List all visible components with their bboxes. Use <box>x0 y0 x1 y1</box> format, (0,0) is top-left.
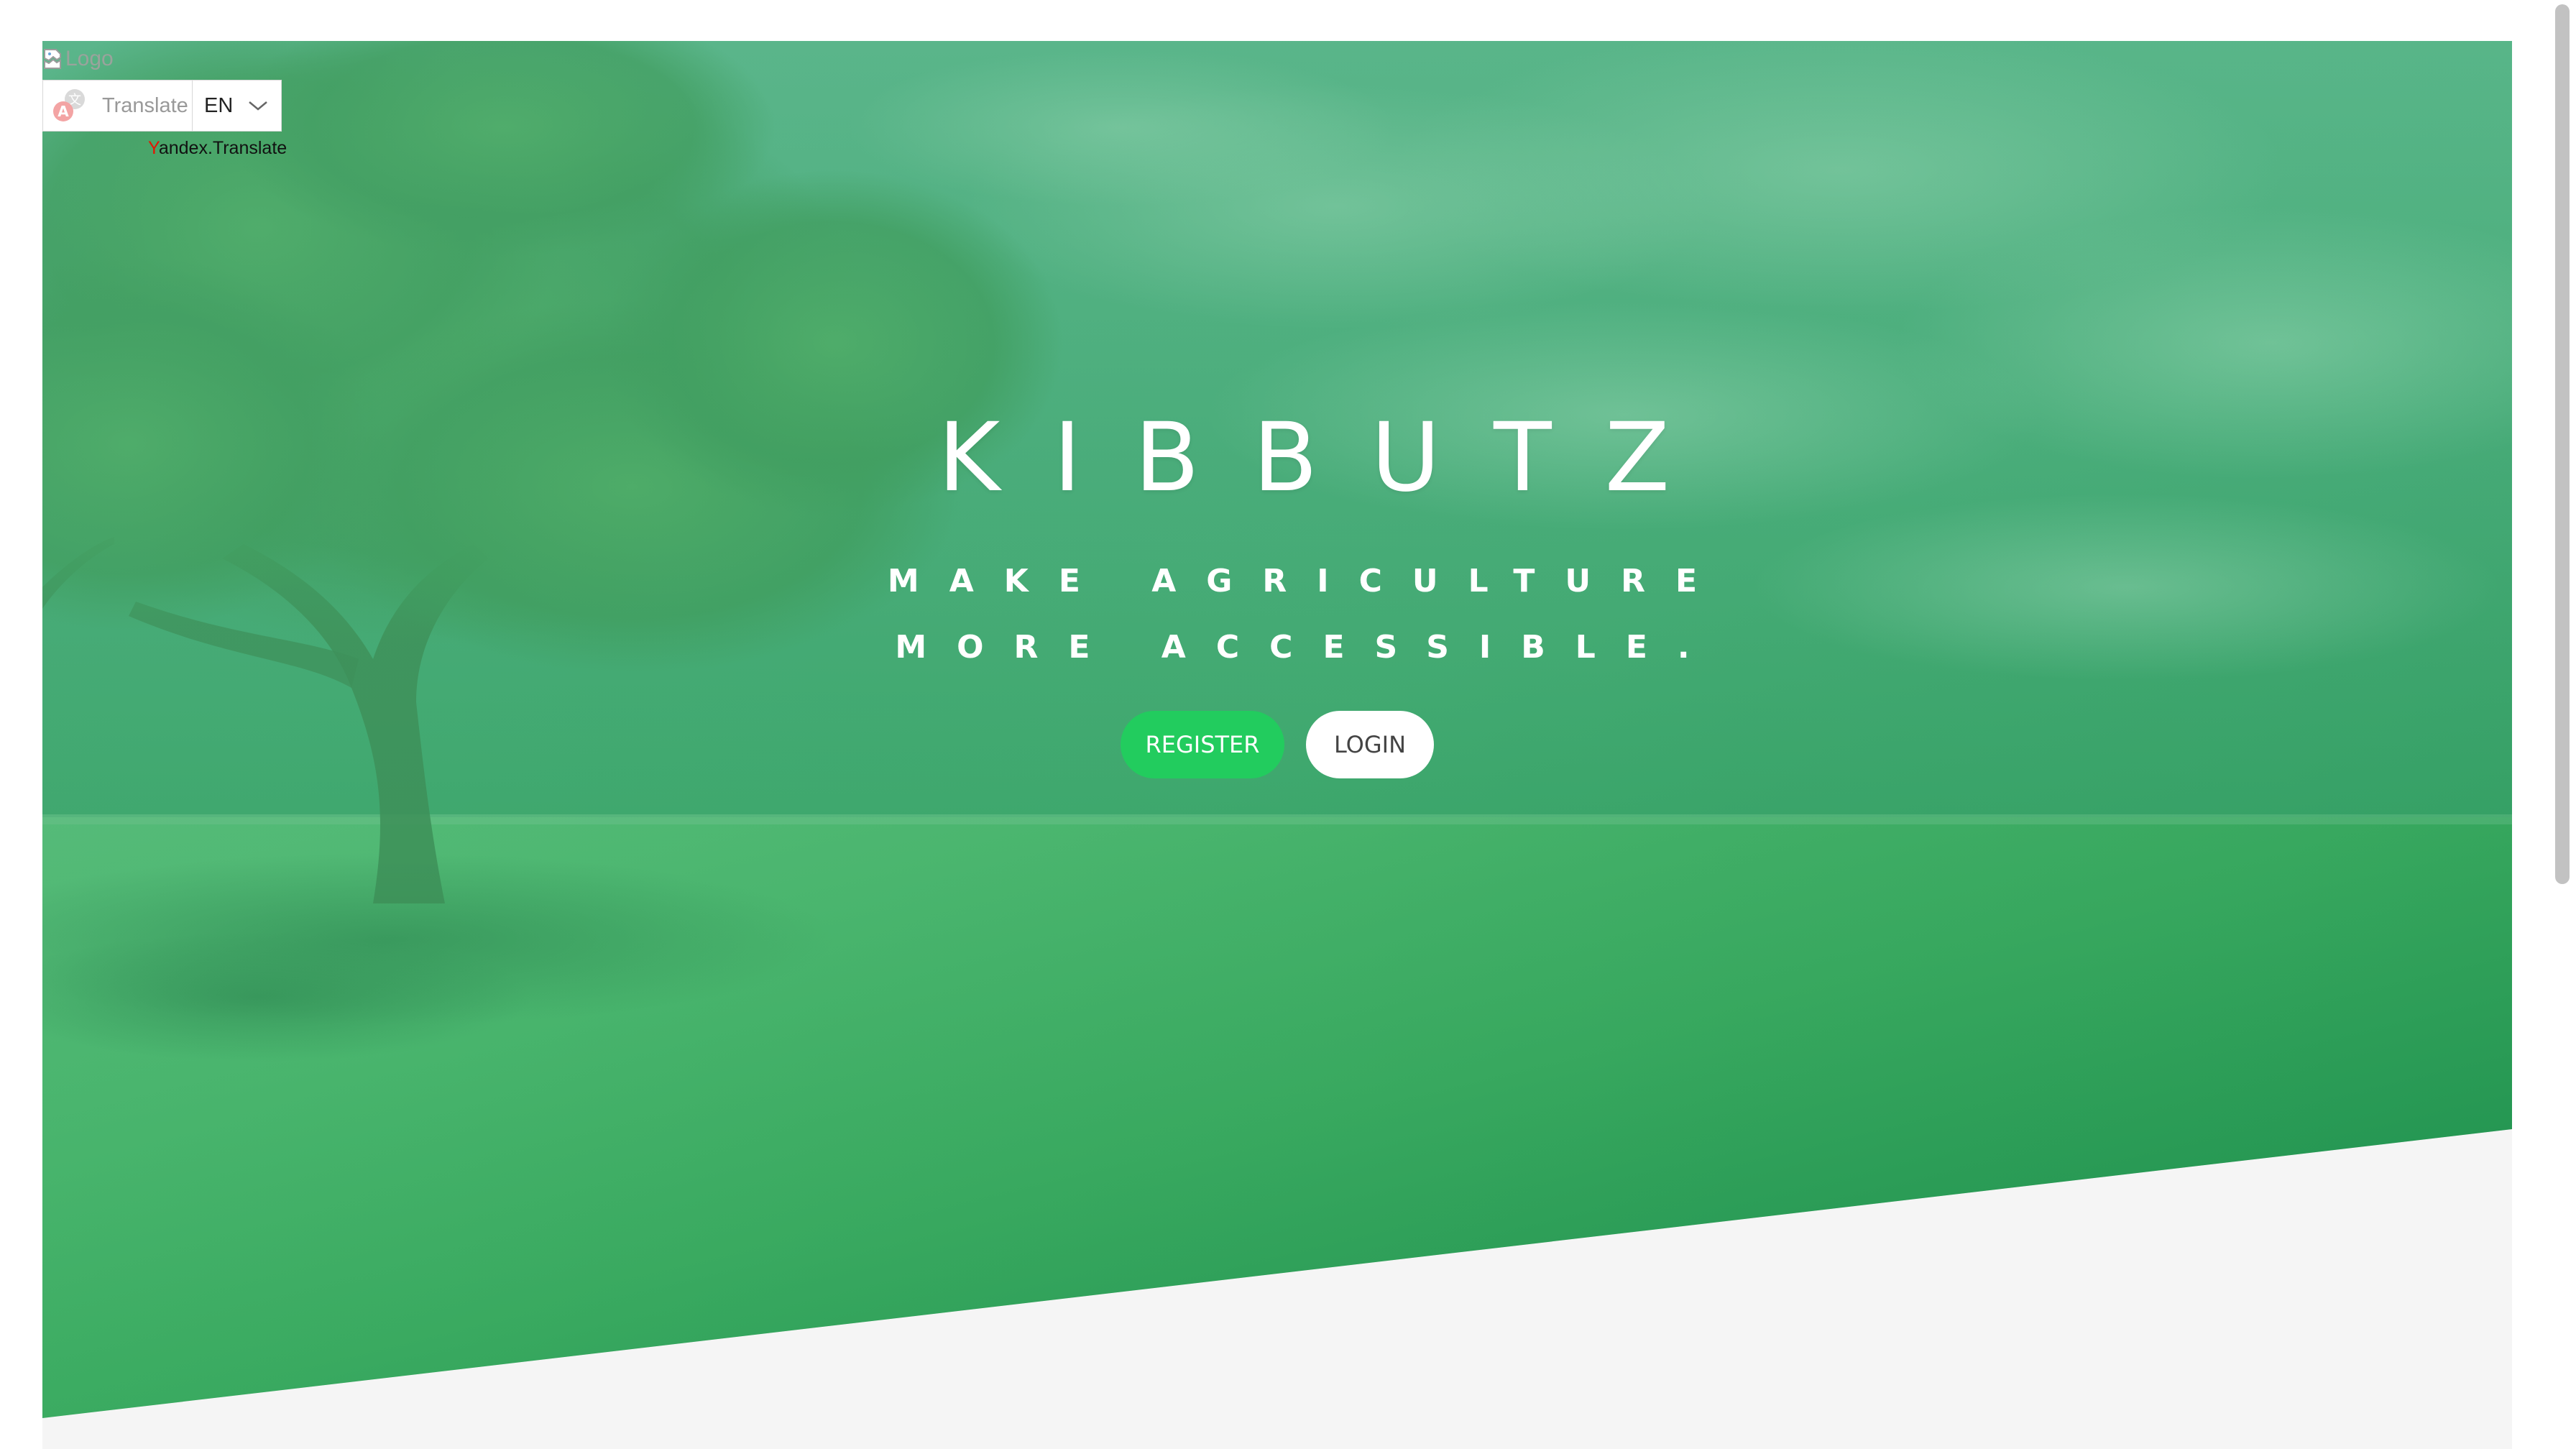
broken-image-icon <box>44 49 61 69</box>
yandex-first-letter: Y <box>148 138 159 158</box>
translate-icon: 文 A <box>53 89 85 121</box>
hero-section: KIBBUTZ MAKE AGRICULTURE MORE ACCESSIBLE… <box>42 41 2512 1418</box>
language-code: EN <box>204 93 234 117</box>
page: KIBBUTZ MAKE AGRICULTURE MORE ACCESSIBLE… <box>0 0 2576 1449</box>
svg-text:A: A <box>58 103 69 120</box>
yandex-rest: andex.Translate <box>158 138 288 158</box>
yandex-translate-link[interactable]: Yandex.Translate <box>148 138 287 159</box>
chevron-down-icon <box>249 101 268 111</box>
login-button[interactable]: LOGIN <box>1306 711 1434 778</box>
scrollbar[interactable] <box>2547 0 2576 1449</box>
hero-title: KIBBUTZ <box>937 402 1724 513</box>
register-button[interactable]: REGISTER <box>1121 711 1284 778</box>
language-select[interactable]: EN <box>193 80 281 131</box>
scrollbar-thumb[interactable] <box>2555 4 2570 884</box>
main-content: KIBBUTZ MAKE AGRICULTURE MORE ACCESSIBLE… <box>42 41 2512 1449</box>
logo-alt-text: Logo <box>65 47 114 70</box>
hero-subtitle: MAKE AGRICULTURE MORE ACCESSIBLE. <box>887 563 1728 666</box>
translate-label: Translate <box>102 93 188 117</box>
logo-image[interactable]: Logo <box>42 45 114 73</box>
translate-widget: 文 A Translate EN <box>42 80 282 132</box>
translate-button[interactable]: 文 A Translate <box>43 80 193 131</box>
